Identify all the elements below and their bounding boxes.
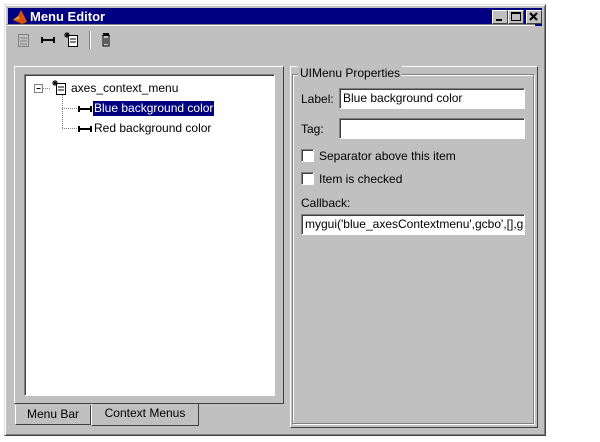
maximize-button[interactable] xyxy=(508,10,524,24)
new-context-menu-button[interactable] xyxy=(61,29,83,51)
matlab-icon xyxy=(12,9,28,25)
delete-icon xyxy=(102,33,110,47)
separator-label: Separator above this item xyxy=(319,149,456,163)
close-button[interactable] xyxy=(526,10,542,24)
label-caption: Label: xyxy=(301,92,334,106)
checked-checkbox[interactable] xyxy=(301,172,314,185)
tab-menu-bar[interactable]: Menu Bar xyxy=(15,405,91,425)
tree-item-red[interactable]: Red background color xyxy=(94,121,211,136)
menu-item-icon xyxy=(77,121,93,140)
toolbar-separator xyxy=(89,31,91,49)
new-context-menu-icon xyxy=(64,32,78,47)
toolbar-divider xyxy=(7,24,535,26)
menu-tree[interactable]: axes_context_menu Blue background color … xyxy=(24,74,275,396)
new-menu-icon xyxy=(18,34,29,47)
separator-checkbox[interactable] xyxy=(301,149,314,162)
minimize-button[interactable] xyxy=(492,10,508,24)
context-menu-icon xyxy=(52,80,68,99)
new-menu-item-button[interactable] xyxy=(37,29,59,51)
tab-context-menus[interactable]: Context Menus xyxy=(91,404,199,426)
checked-label: Item is checked xyxy=(319,172,403,186)
new-menu-item-icon xyxy=(41,37,55,43)
menu-item-icon xyxy=(77,101,93,120)
close-icon xyxy=(529,12,538,21)
callback-input[interactable]: mygui('blue_axesContextmenu',gcbo',[],g xyxy=(301,214,525,235)
label-input[interactable]: Blue background color xyxy=(339,88,525,109)
minimize-icon xyxy=(496,19,502,21)
maximize-icon xyxy=(511,12,521,21)
new-menu-button[interactable] xyxy=(13,29,35,51)
group-title: UIMenu Properties xyxy=(298,66,403,80)
tag-input[interactable] xyxy=(339,118,525,139)
tree-item-blue[interactable]: Blue background color xyxy=(93,101,215,116)
tree-root-label[interactable]: axes_context_menu xyxy=(71,81,178,96)
callback-caption: Callback: xyxy=(301,196,351,210)
delete-button[interactable] xyxy=(95,29,117,51)
tag-caption: Tag: xyxy=(301,122,324,136)
